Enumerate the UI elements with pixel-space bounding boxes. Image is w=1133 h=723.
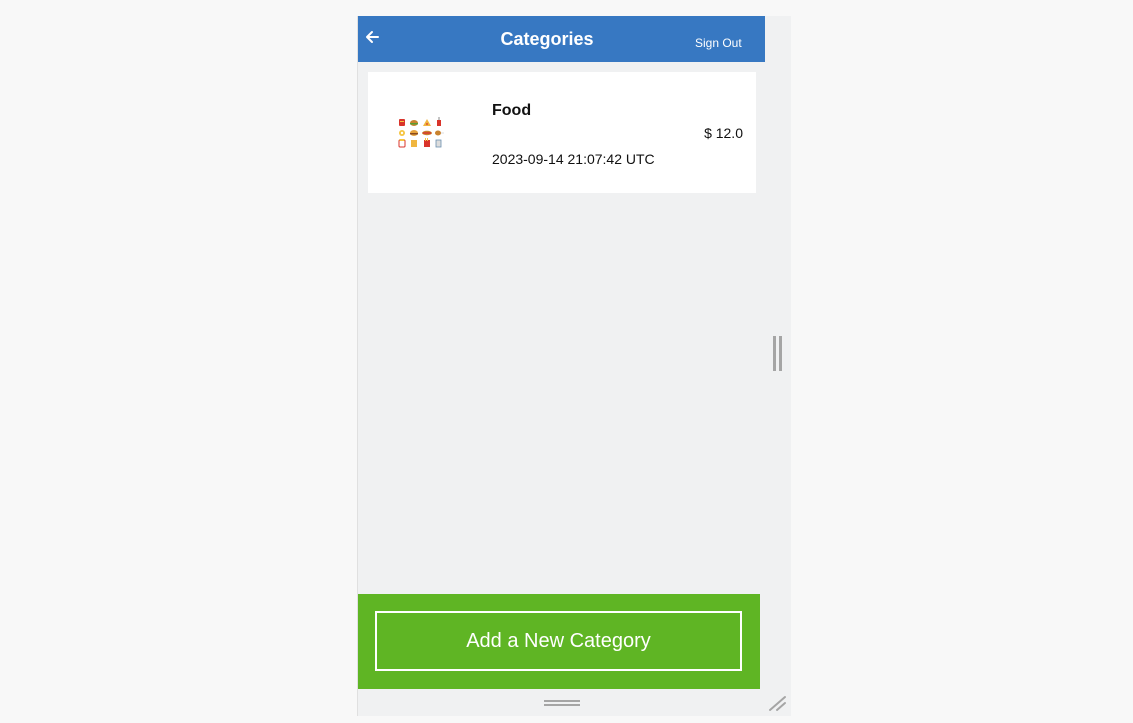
arrow-left-icon[interactable] [364,29,380,45]
sign-out-link[interactable]: Sign Out [695,36,742,50]
category-amount: $ 12.0 [704,125,743,141]
page-title: Categories [500,29,594,49]
category-date: 2023-09-14 21:07:42 UTC [492,151,655,167]
category-card[interactable]: Food $ 12.0 2023-09-14 21:07:42 UTC [368,72,756,193]
category-name: Food [492,102,532,119]
bottom-resize-handle[interactable] [544,700,580,708]
top-bar: Categories Sign Out [358,16,765,62]
add-category-button[interactable]: Add a New Category [375,611,742,671]
device-frame: Categories Sign Out Food $ 12.0 2023-09-… [357,16,791,716]
footer-bar: Add a New Category [358,594,760,689]
app-screen: Categories Sign Out Food $ 12.0 2023-09-… [358,16,765,689]
resize-grip-icon[interactable] [768,694,788,712]
food-icon [398,117,444,148]
side-resize-handle[interactable] [773,336,782,371]
